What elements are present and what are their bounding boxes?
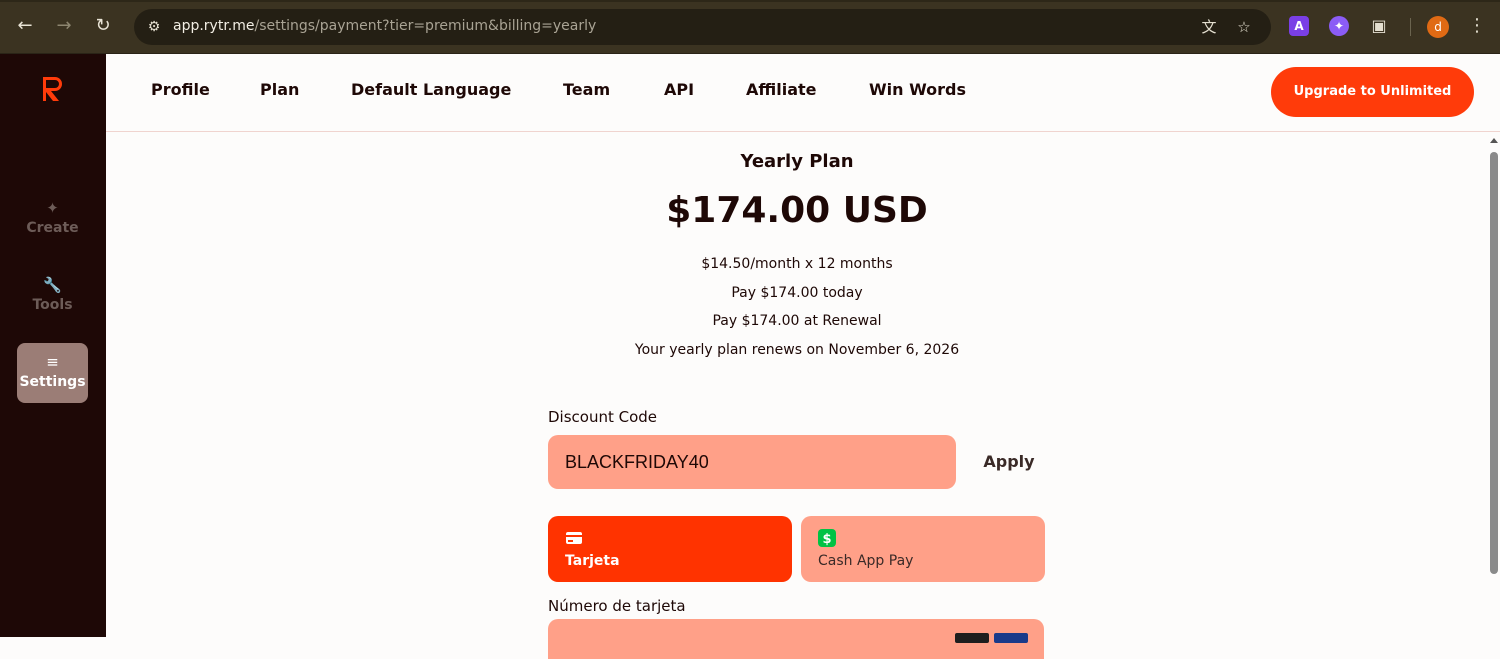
forward-arrow-icon[interactable]: → (52, 14, 76, 38)
translate-icon[interactable]: 文 (1199, 17, 1219, 37)
url-text[interactable]: app.rytr.me/settings/payment?tier=premiu… (173, 18, 596, 34)
card-number-label: Número de tarjeta (548, 597, 686, 615)
plan-pay-renewal: Pay $174.00 at Renewal (712, 313, 882, 329)
rytr-logo[interactable] (40, 74, 66, 104)
url-host: app.rytr.me (173, 18, 255, 34)
svg-text:$: $ (822, 532, 831, 547)
bookmark-star-icon[interactable]: ☆ (1234, 17, 1254, 37)
page-scrollbar[interactable] (1488, 132, 1500, 637)
sidebar-item-label: Tools (32, 297, 73, 313)
tab-api[interactable]: API (664, 80, 694, 99)
tab-default-language[interactable]: Default Language (351, 80, 511, 99)
card-brand-icon (994, 633, 1028, 643)
sidebar-item-create[interactable]: ✦ Create (17, 189, 88, 249)
payment-method-label: Cash App Pay (818, 553, 914, 569)
tab-strip-edge (0, 0, 1500, 2)
payment-method-cash-app[interactable]: $ Cash App Pay (801, 516, 1045, 582)
scroll-up-arrow-icon[interactable] (1490, 138, 1498, 143)
upgrade-button[interactable]: Upgrade to Unlimited (1271, 67, 1474, 117)
tab-profile[interactable]: Profile (151, 80, 210, 99)
tab-plan[interactable]: Plan (260, 80, 299, 99)
sidebar-item-label: Settings (19, 374, 86, 390)
card-number-input[interactable] (548, 619, 1044, 659)
back-arrow-icon[interactable]: ← (13, 14, 37, 38)
credit-card-icon (566, 532, 582, 544)
plan-title: Yearly Plan (740, 151, 854, 172)
tab-affiliate[interactable]: Affiliate (746, 80, 817, 99)
apply-button[interactable]: Apply (974, 448, 1044, 476)
reload-icon[interactable]: ↻ (91, 14, 115, 38)
discount-code-input[interactable] (548, 435, 956, 489)
card-brand-icon (955, 633, 989, 643)
tab-win-words[interactable]: Win Words (869, 80, 966, 99)
extension-a-icon[interactable]: A (1289, 16, 1309, 36)
plan-pay-today: Pay $174.00 today (731, 285, 863, 301)
sliders-icon: ≡ (46, 353, 59, 371)
payment-method-label: Tarjeta (565, 553, 620, 569)
site-settings-icon[interactable]: ⚙ (144, 17, 164, 37)
profile-avatar[interactable]: d (1427, 16, 1449, 38)
url-path: /settings/payment?tier=premium&billing=y… (254, 18, 597, 34)
sidebar-item-label: Create (26, 220, 79, 236)
browser-menu-icon[interactable]: ⋮ (1468, 14, 1486, 38)
cash-app-icon: $ (818, 529, 836, 547)
address-bar[interactable]: ⚙ app.rytr.me/settings/payment?tier=prem… (134, 9, 1271, 45)
extension-wand-icon[interactable]: ✦ (1329, 16, 1349, 36)
toolbar-divider (1410, 18, 1411, 36)
plan-renewal-date: Your yearly plan renews on November 6, 2… (634, 342, 960, 358)
settings-topnav: Profile Plan Default Language Team API A… (106, 54, 1500, 132)
app-sidebar: ✦ Create 🔧 Tools ≡ Settings (0, 54, 106, 637)
plan-per-month: $14.50/month x 12 months (701, 256, 893, 272)
payment-panel: Yearly Plan $174.00 USD $14.50/month x 1… (106, 132, 1488, 659)
extensions-puzzle-icon[interactable]: ▣ (1369, 16, 1389, 36)
payment-method-card[interactable]: Tarjeta (548, 516, 792, 582)
sidebar-item-tools[interactable]: 🔧 Tools (17, 266, 88, 326)
tab-team[interactable]: Team (563, 80, 610, 99)
wrench-icon: 🔧 (43, 276, 62, 294)
sparkles-icon: ✦ (46, 199, 59, 217)
scrollbar-thumb[interactable] (1490, 152, 1498, 574)
browser-toolbar: ← → ↻ ⚙ app.rytr.me/settings/payment?tie… (0, 0, 1500, 54)
discount-code-label: Discount Code (548, 408, 658, 426)
plan-price: $174.00 USD (666, 190, 928, 231)
sidebar-item-settings[interactable]: ≡ Settings (17, 343, 88, 403)
